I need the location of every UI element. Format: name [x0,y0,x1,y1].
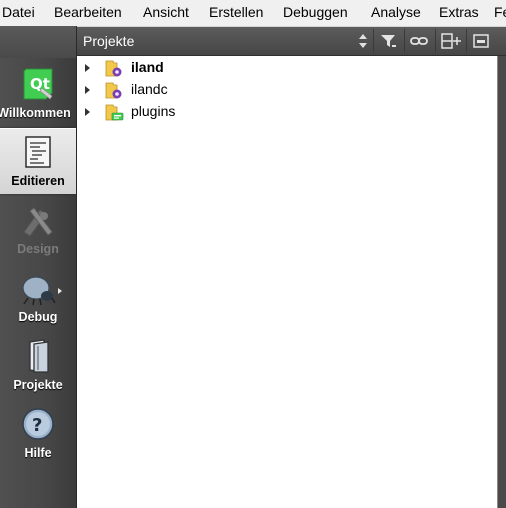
chevron-right-icon[interactable] [85,64,90,72]
mode-welcome[interactable]: Qt Willkommen [0,60,76,126]
qt-logo-icon: Qt [23,68,53,100]
menu-datei[interactable]: Datei [2,4,35,20]
subdirs-folder-icon [105,104,124,121]
mode-debug[interactable]: Debug [0,264,76,330]
link-icon [410,37,428,45]
pane-splitter[interactable] [497,56,506,508]
menu-erstellen[interactable]: Erstellen [209,4,263,20]
menu-bar: Datei Bearbeiten Ansicht Erstellen Debug… [0,0,506,27]
mode-design: Design [0,196,76,262]
menu-fenster[interactable]: Fe [494,4,506,20]
project-folder-icon [105,82,122,99]
projects-folder-icon [29,339,49,373]
link-with-editor-button[interactable] [404,29,433,53]
menu-debuggen[interactable]: Debuggen [283,4,348,20]
mode-label-design: Design [17,242,59,256]
tree-item[interactable]: plugins [77,101,497,123]
help-icon: ? [22,408,54,440]
mode-help[interactable]: ? Hilfe [0,400,76,466]
mode-label-help: Hilfe [24,446,52,460]
mode-label-debug: Debug [18,310,58,324]
filter-button[interactable] [373,29,402,53]
pane-title[interactable]: Projekte [83,33,134,49]
filter-icon [381,35,396,47]
tree-item-label: ilandc [131,81,168,97]
projects-pane-header: Projekte [77,27,506,56]
chevron-right-icon [58,288,62,294]
menu-extras[interactable]: Extras [439,4,479,20]
mode-label-edit: Editieren [11,174,65,188]
tree-item[interactable]: iland [77,57,497,79]
tree-item[interactable]: ilandc [77,79,497,101]
chevron-updown-icon[interactable] [358,33,368,49]
close-pane-icon [473,34,489,48]
mode-label-projects: Projekte [13,378,63,392]
tree-item-label: plugins [131,103,176,119]
split-icon [441,33,461,49]
menu-analyse[interactable]: Analyse [371,4,421,20]
close-pane-button[interactable] [466,29,495,53]
mode-label-welcome: Willkommen [0,106,71,120]
svg-text:?: ? [32,415,42,436]
menu-ansicht[interactable]: Ansicht [143,4,189,20]
project-folder-icon [105,60,122,77]
chevron-right-icon[interactable] [85,86,90,94]
tree-item-label: iland [131,59,164,75]
bug-icon [22,276,56,306]
svg-text:Qt: Qt [30,75,50,93]
project-tree: iland ilandc plugins [77,56,497,508]
mode-selector-bar: Qt Willkommen Editieren Design Debug Pro… [0,26,77,508]
document-edit-icon [25,136,51,168]
mode-projects[interactable]: Projekte [0,332,76,398]
mode-edit[interactable]: Editieren [0,128,76,194]
design-pencil-icon [23,207,53,237]
chevron-right-icon[interactable] [85,108,90,116]
menu-bearbeiten[interactable]: Bearbeiten [54,4,122,20]
split-button[interactable] [435,29,464,53]
